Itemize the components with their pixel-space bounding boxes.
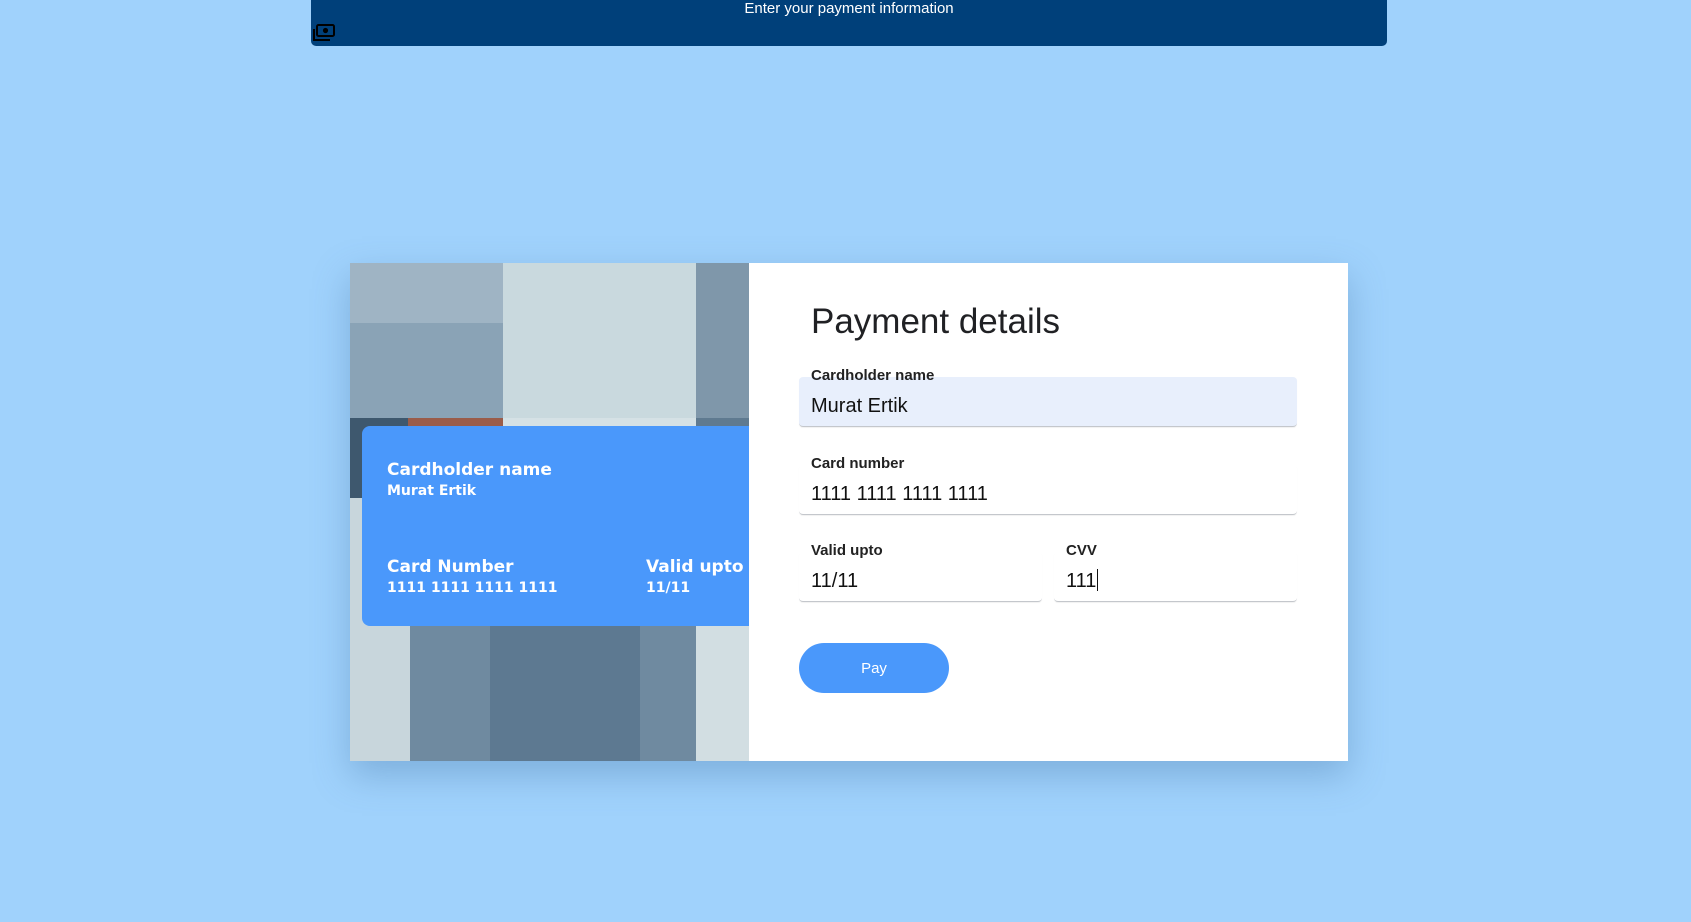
page-title: Payment details [811, 302, 1061, 341]
top-banner: Enter your payment information [311, 0, 1387, 46]
card-cardholder-value: Murat Ertik [387, 483, 477, 499]
money-icon [313, 24, 335, 42]
card-valid-value: 11/11 [646, 580, 691, 596]
marble-background-image: Cardholder name Murat Ertik Card Number … [350, 263, 749, 761]
cvv-label: CVV [1066, 542, 1097, 559]
card-valid-label: Valid upto [646, 557, 744, 577]
card-number-label: Card number [811, 455, 905, 472]
card-number-label: Card Number [387, 557, 514, 577]
text-caret [1097, 569, 1099, 591]
payment-form: Payment details Murat Ertik Cardholder n… [749, 263, 1348, 761]
payment-panel: Cardholder name Murat Ertik Card Number … [350, 263, 1348, 761]
card-cardholder-label: Cardholder name [387, 460, 552, 480]
pay-button[interactable]: Pay [799, 643, 949, 693]
cvv-value: 111 [1066, 570, 1097, 592]
cardholder-name-label: Cardholder name [811, 367, 935, 384]
card-number-field: 1111 1111 1111 1111 Card number [799, 455, 1297, 517]
banner-title: Enter your payment information [744, 0, 954, 17]
valid-upto-field: 11/11 Valid upto [799, 542, 1042, 604]
cvv-field: 111 CVV [1054, 542, 1297, 604]
card-preview: Cardholder name Murat Ertik Card Number … [362, 426, 749, 626]
cardholder-name-field: Murat Ertik Cardholder name [799, 367, 1297, 429]
valid-upto-label: Valid upto [811, 542, 883, 559]
card-number-value: 1111 1111 1111 1111 [387, 580, 558, 596]
